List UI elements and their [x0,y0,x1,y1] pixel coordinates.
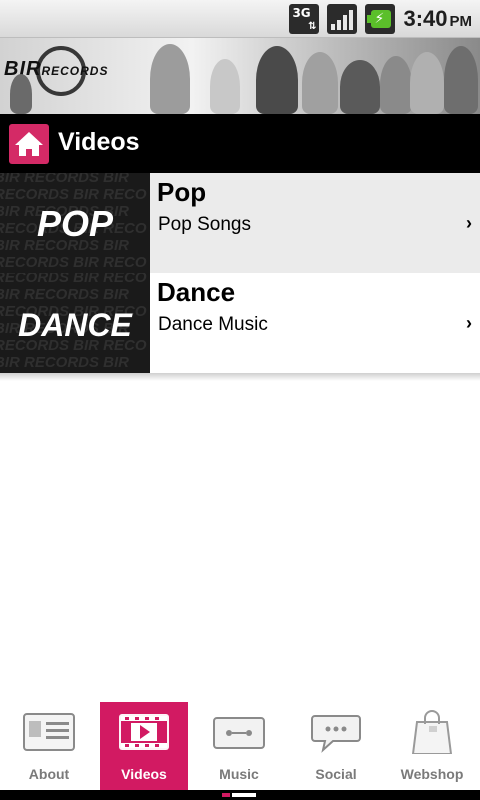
list-item-pop[interactable]: BIR RECORDS BIR RECORDS BIR RECO BIR RECOR… [0,173,480,273]
tab-label: Videos [121,766,167,782]
tab-videos[interactable]: Videos [100,702,188,790]
pop-thumbnail: BIR RECORDS BIR RECORDS BIR RECO BIR RECOR… [0,173,150,273]
page-indicator [0,790,480,800]
cassette-icon [213,717,265,749]
home-button[interactable] [9,124,49,164]
film-play-icon [119,714,169,750]
bottom-tab-bar: About Videos Music Social Webshop [0,700,480,790]
status-bar: 3G ⇅ ⚡ 3:40 PM [0,0,480,38]
list-item-subtitle: Dance Music [158,314,268,335]
tab-label: Music [219,766,259,782]
signal-strength-icon [327,4,358,34]
page-indicator-inactive [232,793,256,797]
list-item-title: Pop [157,177,207,207]
dance-thumb-label: DANCE [18,307,132,343]
pop-thumb-label: POP [36,203,114,244]
contact-card-icon [23,713,75,751]
list-item-dance[interactable]: RECORDS BIR RECO BIR RECORDS BIR RECORDS B… [0,273,480,373]
chevron-right-icon: › [466,313,472,333]
header-banner: BIRRECORDS [0,38,480,114]
network-3g-icon: 3G ⇅ [289,4,320,34]
list-shadow [0,373,480,381]
tab-label: Social [315,766,357,782]
tab-about[interactable]: About [5,702,93,790]
tab-social[interactable]: Social [292,702,380,790]
chevron-right-icon: › [466,213,472,233]
page-title: Videos [58,128,140,156]
dance-thumbnail: RECORDS BIR RECO BIR RECORDS BIR RECORDS B… [0,273,150,373]
video-category-list: BIR RECORDS BIR RECORDS BIR RECO BIR RECOR… [0,173,480,373]
tab-music[interactable]: Music [195,702,283,790]
list-item-subtitle: Pop Songs [158,214,251,235]
page-indicator-active [222,793,230,797]
status-time: 3:40 PM [403,6,472,31]
section-titlebar: Videos [0,114,480,173]
home-icon [15,132,43,156]
list-item-title: Dance [157,277,236,307]
shopping-bag-icon [411,710,453,754]
battery-charging-icon: ⚡ [365,4,396,34]
tab-webshop[interactable]: Webshop [388,702,476,790]
speech-bubble-icon [311,715,361,753]
tab-label: About [28,766,70,782]
tab-label: Webshop [400,766,464,782]
